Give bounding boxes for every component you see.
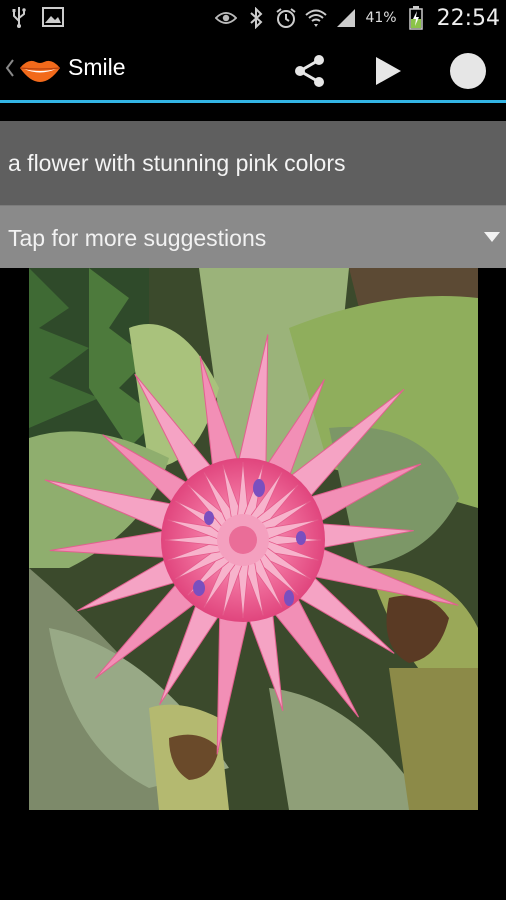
eye-icon — [215, 7, 238, 29]
caption-row[interactable]: a flower with stunning pink colors — [0, 121, 506, 205]
record-button[interactable] — [446, 49, 490, 93]
battery-charging-icon — [405, 6, 427, 30]
lips-logo-icon[interactable] — [18, 56, 62, 84]
flower-photo[interactable] — [29, 268, 478, 810]
action-bar-accent-line — [0, 100, 506, 103]
wifi-icon — [305, 7, 328, 29]
signal-icon — [335, 7, 357, 29]
play-button[interactable] — [366, 49, 410, 93]
clock: 22:54 — [436, 5, 500, 31]
status-bar: 41% 22:54 — [0, 0, 506, 36]
action-bar: Smile — [0, 36, 506, 102]
caption-text: a flower with stunning pink colors — [8, 150, 346, 176]
alarm-icon — [275, 7, 297, 29]
suggestions-label: Tap for more suggestions — [8, 225, 267, 251]
up-caret-icon[interactable] — [4, 58, 16, 78]
pink-bromeliad-image — [29, 268, 478, 810]
bluetooth-icon — [245, 7, 267, 29]
share-button[interactable] — [288, 49, 332, 93]
usb-icon — [8, 6, 30, 28]
app-title[interactable]: Smile — [68, 54, 126, 81]
image-icon — [42, 6, 64, 28]
flower-center-inner — [229, 526, 257, 554]
dropdown-arrow-icon — [484, 232, 500, 242]
suggestions-dropdown[interactable]: Tap for more suggestions — [0, 206, 506, 268]
share-icon — [295, 55, 324, 87]
play-icon — [376, 57, 401, 85]
record-icon — [450, 53, 486, 89]
battery-percent: 41% — [365, 10, 397, 26]
